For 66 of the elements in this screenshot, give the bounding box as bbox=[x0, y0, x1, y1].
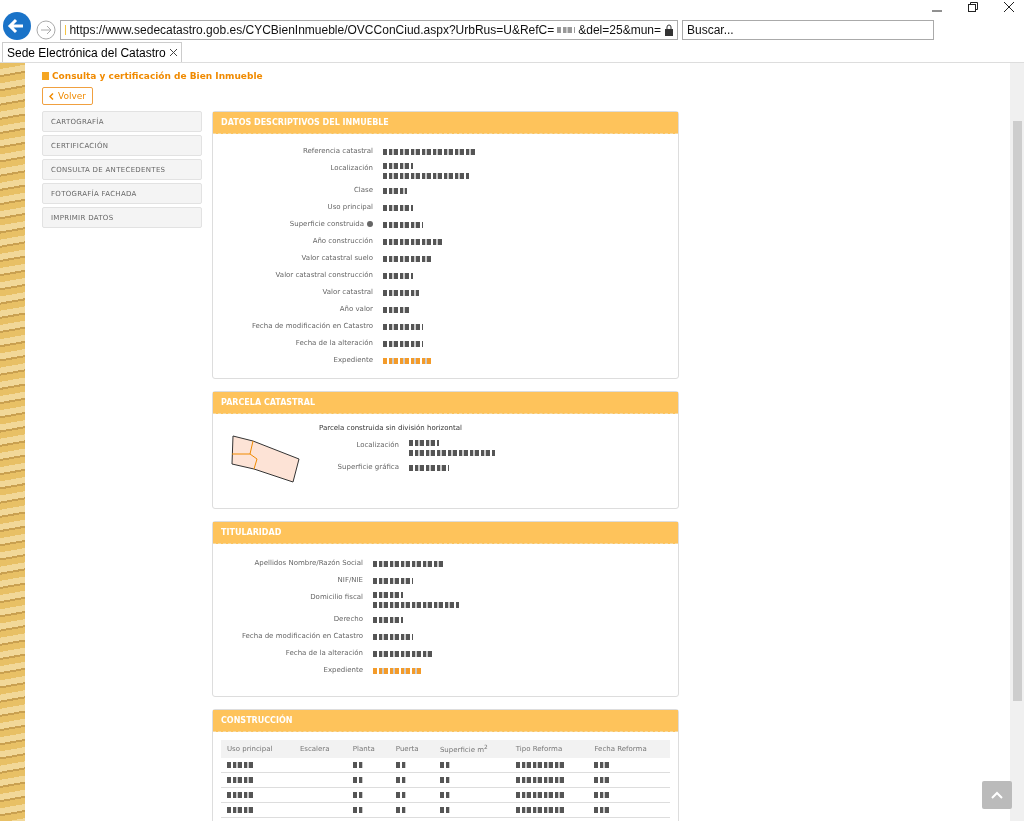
panel-header: DATOS DESCRIPTIVOS DEL INMUEBLE bbox=[213, 112, 678, 134]
bookmark-icon bbox=[42, 72, 49, 80]
redacted-value bbox=[227, 762, 253, 769]
redacted-value bbox=[409, 464, 449, 471]
redacted-value bbox=[227, 807, 253, 814]
redacted-value bbox=[395, 762, 406, 769]
redacted-value bbox=[373, 633, 413, 640]
redacted-value bbox=[383, 289, 419, 296]
scroll-top-button[interactable] bbox=[982, 781, 1012, 809]
redacted-value bbox=[383, 238, 443, 245]
search-field[interactable]: Buscar... bbox=[682, 20, 934, 40]
redacted-value bbox=[439, 807, 450, 814]
redacted-value bbox=[594, 777, 611, 784]
back-icon[interactable] bbox=[2, 11, 32, 41]
redacted-value bbox=[227, 777, 253, 784]
address-bar[interactable]: https://www.sedecatastro.gob.es/CYCBienInmueble/OVCConCiud.aspx?UrbRus=U&RefC= &del=25&mun= bbox=[60, 20, 678, 40]
forward-icon[interactable] bbox=[36, 20, 56, 40]
scrollbar[interactable] bbox=[1010, 63, 1024, 821]
redacted-value bbox=[383, 255, 433, 262]
redacted-value bbox=[395, 777, 406, 784]
redacted-value bbox=[515, 792, 566, 799]
redacted-value bbox=[373, 560, 443, 567]
redacted-link[interactable] bbox=[373, 667, 423, 674]
page-title: Consulta y certificación de Bien Inmueble bbox=[52, 71, 263, 81]
redacted-value bbox=[383, 272, 413, 279]
redacted-value bbox=[373, 592, 403, 598]
redacted-value bbox=[383, 221, 423, 228]
redacted-value bbox=[383, 163, 413, 169]
redacted-value bbox=[515, 777, 566, 784]
redacted-value bbox=[373, 616, 403, 623]
redacted-value bbox=[383, 204, 413, 211]
panel-header: CONSTRUCCIÓN bbox=[213, 710, 678, 732]
redacted-value bbox=[352, 777, 363, 784]
redacted-value bbox=[594, 792, 611, 799]
redacted-link[interactable] bbox=[383, 357, 431, 364]
redacted-value bbox=[594, 762, 611, 769]
redacted-value bbox=[383, 340, 423, 347]
redacted-value bbox=[352, 792, 363, 799]
redacted-value bbox=[515, 762, 566, 769]
redacted-value bbox=[594, 807, 611, 814]
redacted-value bbox=[373, 577, 413, 584]
redacted-value bbox=[439, 792, 450, 799]
redacted-value bbox=[383, 323, 423, 330]
redacted-value bbox=[227, 792, 253, 799]
redacted-value bbox=[557, 27, 576, 33]
close-icon[interactable] bbox=[1004, 2, 1014, 12]
redacted-value bbox=[352, 762, 363, 769]
redacted-value bbox=[515, 807, 566, 814]
redacted-value bbox=[439, 777, 450, 784]
redacted-value bbox=[439, 762, 450, 769]
panel-header: PARCELA CATASTRAL bbox=[213, 392, 678, 414]
redacted-value bbox=[395, 792, 406, 799]
browser-tab[interactable]: Sede Electrónica del Catastro bbox=[2, 42, 182, 62]
restore-icon[interactable] bbox=[968, 2, 978, 12]
redacted-value bbox=[352, 807, 363, 814]
redacted-value bbox=[383, 187, 407, 194]
redacted-value bbox=[373, 650, 433, 657]
chevron-up-icon bbox=[991, 791, 1003, 799]
redacted-value bbox=[395, 807, 406, 814]
lock-icon bbox=[664, 24, 674, 36]
chevron-left-icon bbox=[49, 92, 54, 100]
info-icon[interactable] bbox=[367, 221, 373, 228]
panel-header: TITULARIDAD bbox=[213, 522, 678, 544]
close-icon[interactable] bbox=[169, 49, 177, 56]
redacted-value bbox=[383, 306, 409, 313]
redacted-value bbox=[409, 440, 439, 446]
